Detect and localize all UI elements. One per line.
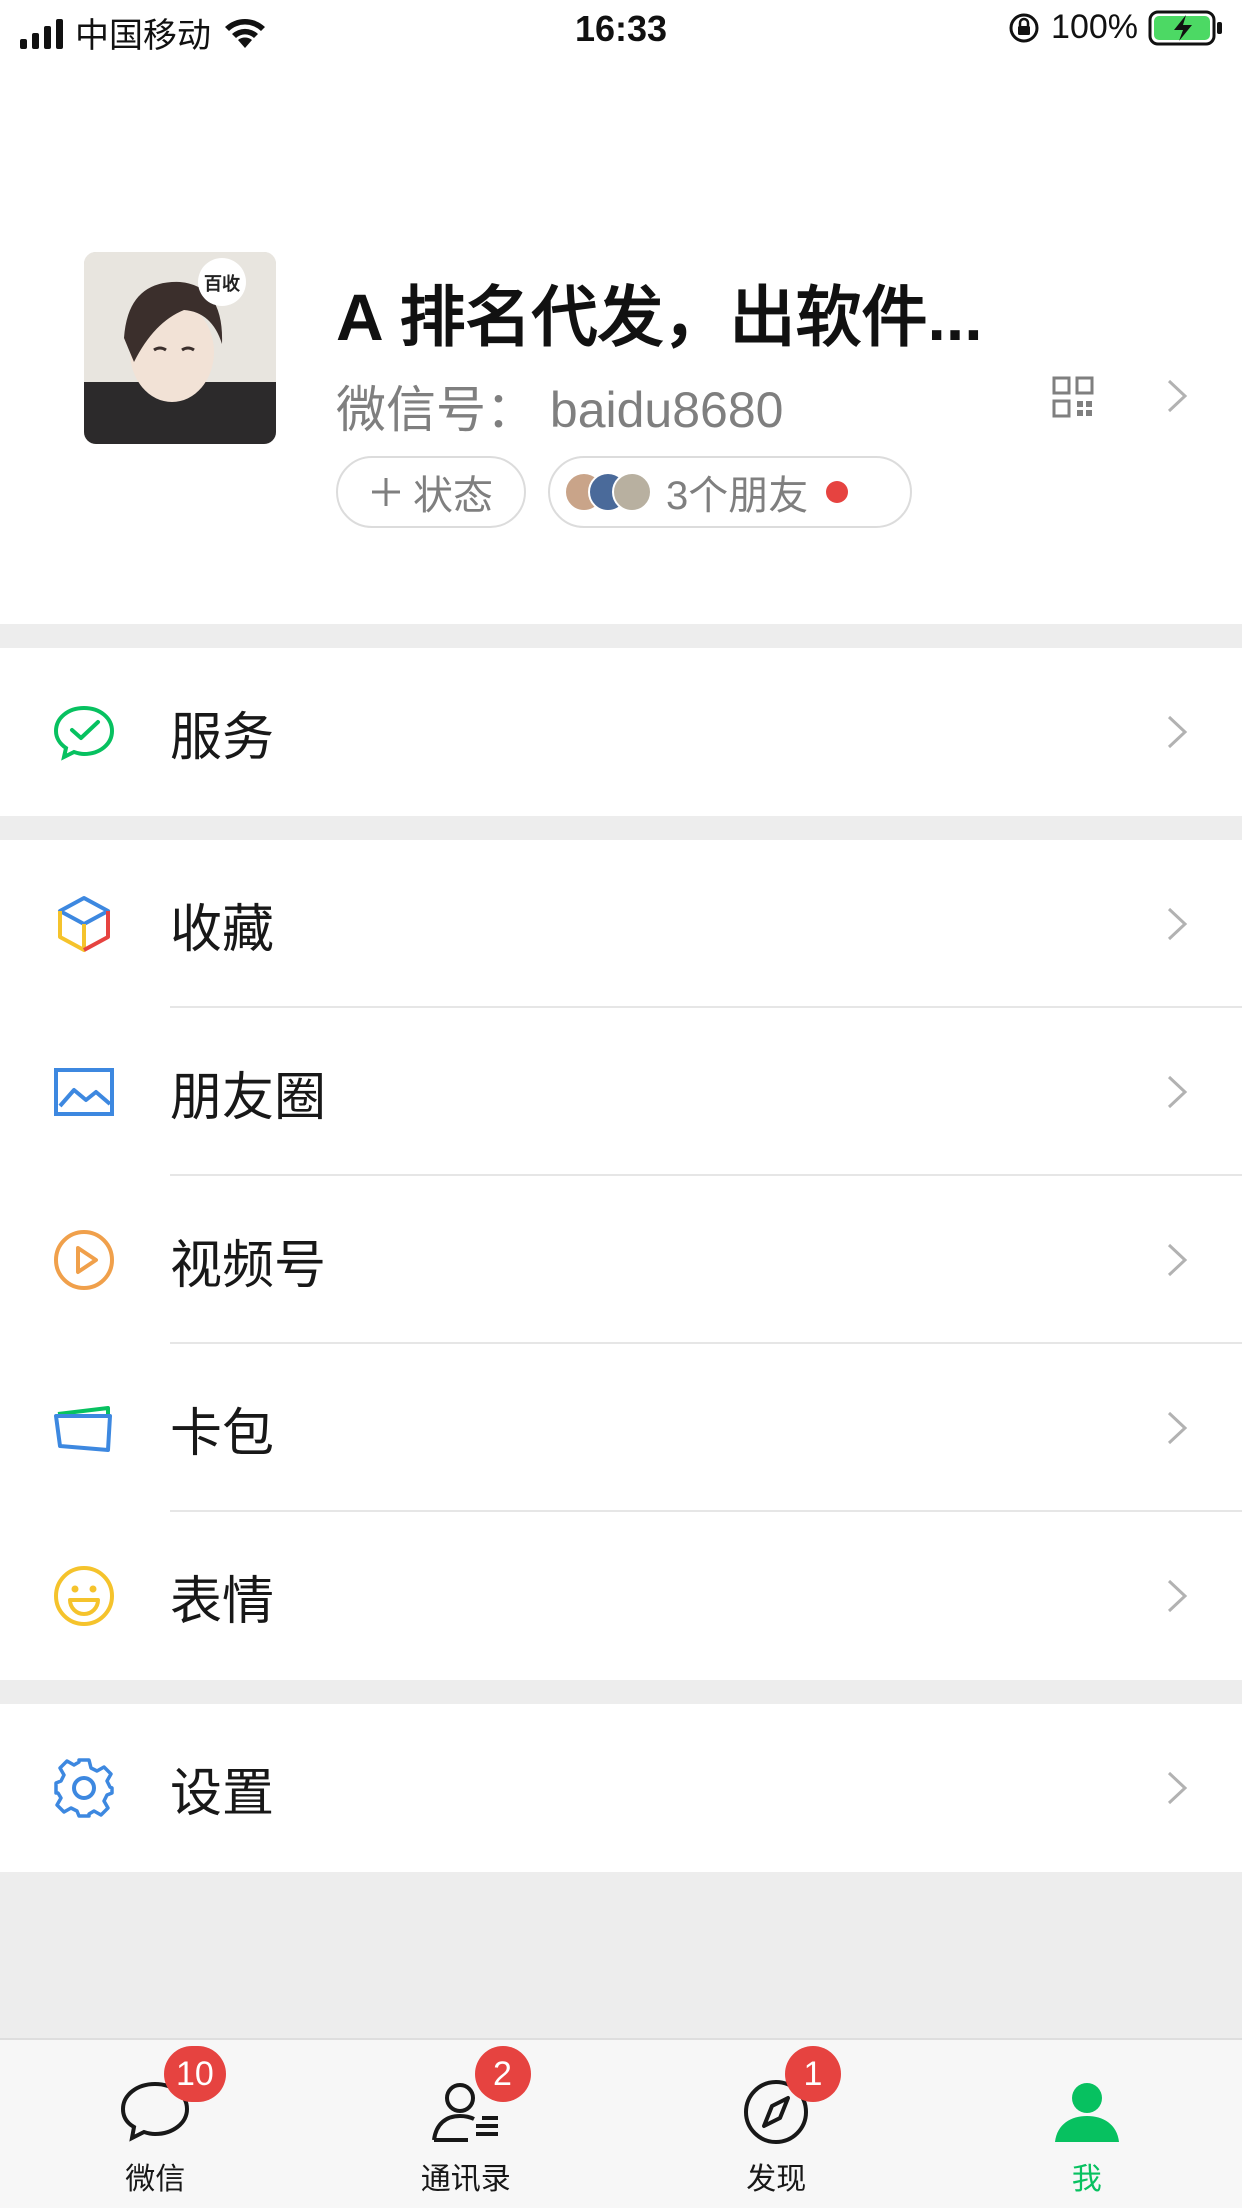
wallet-icon [54, 1406, 112, 1452]
tab-discover[interactable]: 发现 1 [621, 2040, 932, 2208]
battery-percent: 100% [1051, 8, 1138, 46]
tab-label-me: 我 [1071, 2163, 1102, 2196]
menu-item-channels[interactable]: 视频号 [0, 1176, 1242, 1344]
unread-badge: 2 [474, 2046, 531, 2102]
menu-group-services: 服务 [0, 648, 1242, 816]
menu-item-services[interactable]: 服务 [0, 648, 1242, 816]
unread-badge: 10 [164, 2046, 226, 2102]
menu-item-cards[interactable]: 卡包 [0, 1344, 1242, 1512]
menu-item-settings[interactable]: 设置 [0, 1704, 1242, 1872]
tab-me[interactable]: 我 [932, 2040, 1242, 2208]
chevron-right-icon[interactable] [1166, 378, 1188, 414]
chevron-right-icon [1167, 1411, 1188, 1445]
avatar-badge-text: 百收 [204, 273, 240, 295]
chevron-right-icon [1167, 1579, 1188, 1613]
menu-item-stickers[interactable]: 表情 [0, 1512, 1242, 1680]
menu-label-cards: 卡包 [170, 1404, 275, 1463]
bottom-tab-bar: 微信 10 通讯录 2 发现 1 我 [0, 2038, 1242, 2208]
menu-label-settings: 设置 [170, 1764, 275, 1823]
chevron-right-icon [1167, 1075, 1188, 1109]
avatar-illustration-icon: 百收 [84, 252, 276, 444]
rotation-lock-icon [1009, 13, 1039, 42]
cube-icon [58, 896, 110, 952]
menu-group-main: 收藏 朋友圈 视频号 卡包 表情 [0, 840, 1242, 1680]
picture-icon [54, 1068, 114, 1116]
smiley-icon [54, 1566, 114, 1626]
play-circle-icon [54, 1230, 114, 1290]
profile-header[interactable]: 百收 A 排名代发，出软件... 微信号： baidu8680 状态 3个朋友 [0, 64, 1242, 624]
person-icon [1054, 2083, 1119, 2142]
menu-label-services: 服务 [170, 708, 275, 767]
status-chip-label: 状态 [413, 474, 493, 518]
menu-item-favorites[interactable]: 收藏 [0, 840, 1242, 1008]
menu-label-stickers: 表情 [170, 1572, 275, 1631]
wechat-id: 微信号： baidu8680 [336, 382, 784, 438]
chevron-right-icon [1167, 1771, 1188, 1805]
plus-icon [372, 478, 400, 506]
chevron-right-icon [1167, 1243, 1188, 1277]
new-indicator-dot [826, 481, 849, 503]
menu-group-settings: 设置 [0, 1704, 1242, 1872]
menu-label-favorites: 收藏 [170, 900, 275, 959]
status-right: 100% [1007, 8, 1224, 47]
friend-avatar [612, 472, 652, 512]
tab-label-discover: 发现 [746, 2163, 807, 2196]
tab-contacts[interactable]: 通讯录 2 [311, 2040, 622, 2208]
friends-status-chip[interactable]: 3个朋友 [548, 456, 912, 528]
tab-chats[interactable]: 微信 10 [0, 2040, 311, 2208]
profile-nickname: A 排名代发，出软件... [336, 280, 983, 354]
tab-label-chats: 微信 [125, 2163, 186, 2196]
gear-icon [54, 1758, 114, 1818]
menu-label-moments: 朋友圈 [170, 1068, 327, 1127]
unread-badge: 1 [785, 2046, 841, 2102]
status-bar: 中国移动 16:33 100% [0, 0, 1242, 64]
services-icon [53, 705, 115, 761]
avatar[interactable]: 百收 [84, 252, 276, 444]
menu-label-channels: 视频号 [170, 1236, 327, 1295]
chevron-right-icon [1167, 907, 1188, 941]
menu-item-moments[interactable]: 朋友圈 [0, 1008, 1242, 1176]
add-status-button[interactable]: 状态 [336, 456, 526, 528]
chevron-right-icon [1167, 715, 1188, 749]
qr-code-icon[interactable] [1052, 376, 1094, 418]
tab-label-contacts: 通讯录 [420, 2163, 511, 2196]
friends-chip-label: 3个朋友 [666, 474, 809, 518]
battery-charging-icon [1148, 10, 1222, 45]
friend-avatars [564, 472, 652, 512]
